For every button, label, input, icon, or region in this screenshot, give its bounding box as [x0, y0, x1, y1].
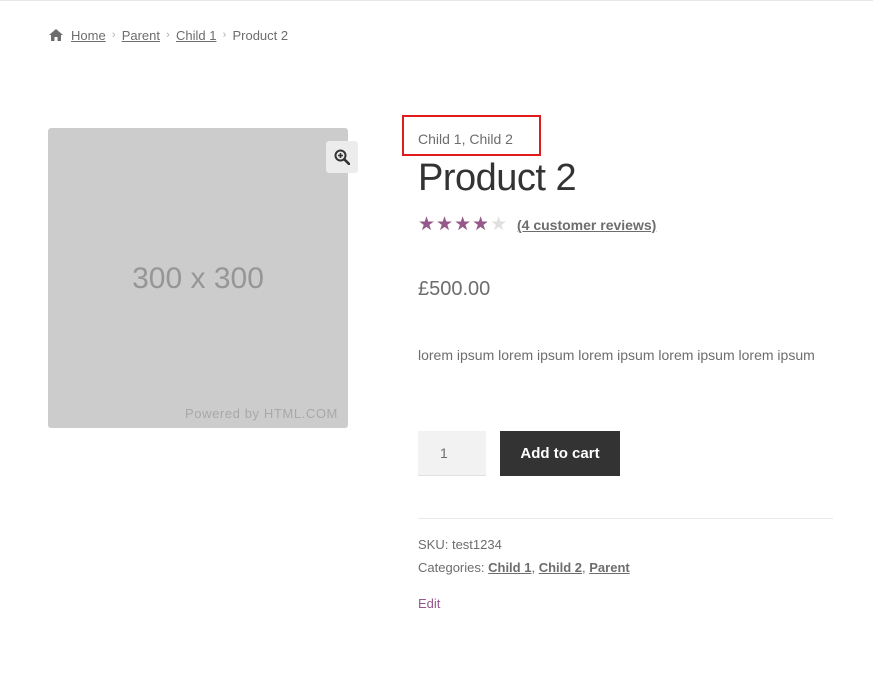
image-placeholder-text: 300 x 300 [132, 262, 264, 295]
product-title: Product 2 [418, 157, 577, 199]
product-rating: ★★★★★ ★★★★★ (4 customer reviews) [418, 215, 656, 235]
breadcrumb-child1-link[interactable]: Child 1 [176, 28, 216, 43]
product-categories: Child 1, Child 2 [418, 131, 513, 147]
product-description: lorem ipsum lorem ipsum lorem ipsum lore… [418, 347, 815, 363]
breadcrumb-home-link[interactable]: Home [71, 28, 106, 43]
category-link-child1[interactable]: Child 1 [488, 560, 531, 575]
breadcrumb: Home › Parent › Child 1 › Product 2 [48, 26, 288, 44]
category-link-child2[interactable]: Child 2 [539, 560, 582, 575]
home-icon [49, 29, 63, 41]
zoom-in-icon [334, 149, 350, 165]
image-powered-by: Powered by HTML.COM [185, 406, 338, 421]
edit-link[interactable]: Edit [418, 596, 440, 611]
sku-value: test1234 [451, 537, 502, 552]
breadcrumb-separator: › [222, 29, 227, 41]
product-image[interactable]: 300 x 300 Powered by HTML.COM [48, 128, 348, 428]
product-categories-meta: Categories: Child 1, Child 2, Parent [418, 560, 630, 575]
star-rating-filled: ★★★★★ [418, 215, 487, 235]
categories-label: Categories: [418, 560, 485, 575]
quantity-input[interactable] [418, 431, 486, 476]
breadcrumb-current: Product 2 [232, 27, 289, 43]
add-to-cart-button[interactable]: Add to cart [500, 431, 620, 476]
breadcrumb-separator: › [166, 29, 170, 41]
star-rating: ★★★★★ ★★★★★ [418, 215, 510, 235]
zoom-button[interactable] [326, 141, 358, 173]
top-divider [0, 0, 873, 1]
sku-label: SKU: [418, 537, 449, 552]
reviews-link[interactable]: (4 customer reviews) [517, 217, 656, 233]
product-price: £500.00 [418, 278, 491, 300]
breadcrumb-parent-link[interactable]: Parent [122, 28, 160, 43]
breadcrumb-separator: › [111, 29, 116, 41]
product-sku: SKU: test1234 [418, 537, 502, 552]
meta-divider [418, 518, 833, 519]
category-link-parent[interactable]: Parent [589, 560, 629, 575]
